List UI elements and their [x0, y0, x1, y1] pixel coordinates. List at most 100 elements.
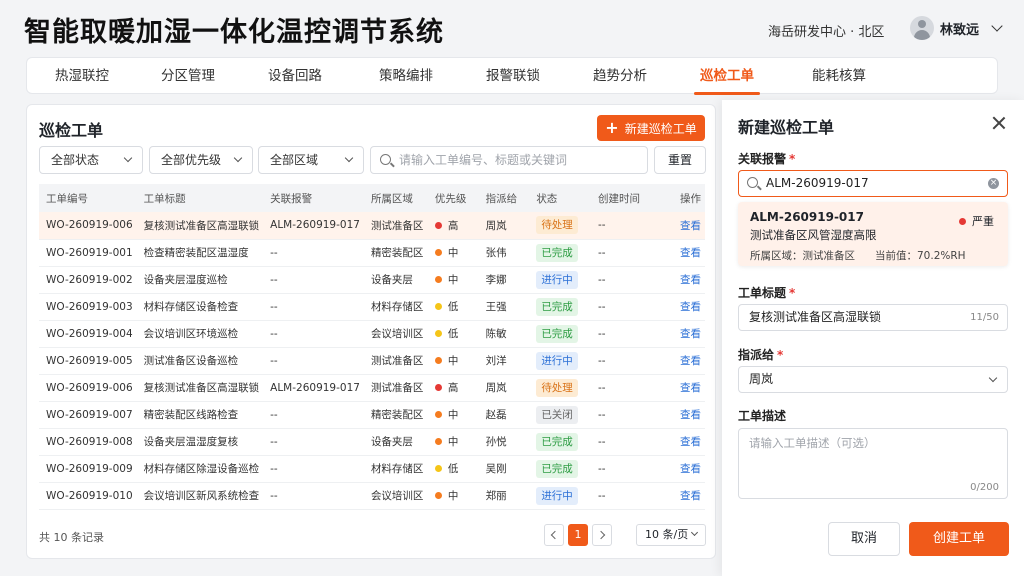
order-assignee: 赵磊 — [478, 401, 530, 429]
priority-text: 高 — [447, 219, 459, 232]
close-icon[interactable] — [992, 116, 1006, 130]
order-assignee: 郑丽 — [478, 482, 530, 510]
tab-zones[interactable]: 分区管理 — [161, 58, 215, 94]
alarm-suggestion[interactable]: ALM-260919-017 严重 测试准备区风管湿度高限 所属区域：测试准备区… — [738, 202, 1008, 266]
avatar-icon — [910, 16, 934, 40]
order-status: 进行中 — [529, 347, 591, 375]
table-row[interactable]: WO-260919-001 检查精密装配区温湿度 -- 精密装配区中张伟 已完成 -- 查看 — [39, 239, 705, 267]
order-id: WO-260919-007 — [39, 401, 137, 429]
order-id: WO-260919-006 — [39, 212, 137, 240]
tab-energy[interactable]: 能耗核算 — [812, 58, 866, 94]
table-row[interactable]: WO-260919-005 测试准备区设备巡检 -- 测试准备区中刘洋 进行中 -- 查看 — [39, 347, 705, 375]
view-link[interactable]: 查看 — [680, 463, 701, 475]
order-alarm: -- — [263, 239, 364, 267]
search-input[interactable]: 请输入工单编号、标题或关键词 — [370, 146, 648, 174]
order-status: 已完成 — [529, 239, 591, 267]
assignee-select[interactable]: 周岚 — [738, 366, 1008, 393]
table-row[interactable]: WO-260919-006 复核测试准备区高湿联锁 ALM-260919-017 测试… — [39, 374, 705, 402]
column-header: 工单标题 — [136, 184, 264, 212]
table-row[interactable]: WO-260919-009 材料存储区除湿设备巡检 -- 材料存储区低吴刚 已完成 -- 查… — [39, 455, 705, 483]
view-link[interactable]: 查看 — [680, 382, 701, 394]
priority-dot-icon — [434, 384, 442, 391]
chevron-down-icon — [344, 153, 354, 163]
order-alarm: -- — [263, 347, 364, 375]
table-row[interactable]: WO-260919-003 材料存储区设备检查 -- 材料存储区低王强 已完成 -- 查看 — [39, 293, 705, 321]
table-row[interactable]: WO-260919-008 设备夹层温湿度复核 -- 设备夹层中孙悦 已完成 -- 查看 — [39, 428, 705, 456]
reset-button[interactable]: 重置 — [654, 146, 706, 174]
table-row[interactable]: WO-260919-004 会议培训区环境巡检 -- 会议培训区低陈敏 已完成 -- 查看 — [39, 320, 705, 348]
order-status: 待处理 — [529, 374, 591, 402]
view-link[interactable]: 查看 — [680, 220, 701, 232]
order-status: 待处理 — [529, 212, 591, 240]
tab-strategy[interactable]: 策略编排 — [379, 58, 433, 94]
order-zone: 材料存储区 — [363, 455, 428, 483]
next-page-button[interactable] — [592, 524, 612, 546]
clear-icon[interactable]: × — [988, 178, 999, 189]
chevron-down-icon — [690, 528, 699, 537]
order-action: 查看 — [673, 293, 705, 321]
order-action: 查看 — [673, 212, 705, 240]
main-nav: 热湿联控 分区管理 设备回路 策略编排 报警联锁 趋势分析 巡检工单 能耗核算 — [26, 57, 998, 95]
priority-text: 低 — [447, 301, 459, 313]
priority-dot-icon — [434, 492, 442, 499]
table-row[interactable]: WO-260919-007 精密装配区线路检查 -- 精密装配区中赵磊 已关闭 -- 查看 — [39, 401, 705, 429]
view-link[interactable]: 查看 — [680, 436, 701, 448]
drawer-title: 新建巡检工单 — [738, 118, 835, 137]
plus-icon: + — [605, 118, 619, 137]
table-row[interactable]: WO-260919-010 会议培训区新风系统检查 -- 会议培训区中郑丽 进行中 -- 查… — [39, 482, 705, 510]
view-link[interactable]: 查看 — [680, 247, 701, 259]
order-action: 查看 — [673, 347, 705, 375]
cancel-button[interactable]: 取消 — [828, 522, 900, 556]
zone-filter-value: 全部区域 — [270, 153, 319, 167]
priority-dot-icon — [434, 249, 442, 256]
description-counter: 0/200 — [970, 482, 999, 493]
user-menu[interactable]: 林致远 — [910, 16, 1003, 40]
page-1-button[interactable]: 1 — [568, 524, 588, 546]
priority-dot-icon — [434, 465, 442, 472]
status-filter[interactable]: 全部状态 — [39, 146, 143, 174]
tab-alarm-interlock[interactable]: 报警联锁 — [486, 58, 540, 94]
order-zone: 会议培训区 — [363, 320, 428, 348]
status-badge: 进行中 — [536, 270, 578, 289]
view-link[interactable]: 查看 — [680, 274, 701, 286]
tab-inspection-orders[interactable]: 巡检工单 — [694, 58, 760, 95]
view-link[interactable]: 查看 — [680, 409, 701, 421]
view-link[interactable]: 查看 — [680, 355, 701, 367]
create-order-button[interactable]: 创建工单 — [909, 522, 1009, 556]
app-title: 智能取暖加湿一体化温控调节系统 — [24, 17, 444, 48]
new-work-order-button[interactable]: + 新建巡检工单 — [597, 115, 705, 141]
order-alarm: ALM-260919-017 — [263, 212, 364, 240]
alarm-label: 关联报警 * — [738, 152, 796, 166]
table-row[interactable]: WO-260919-002 设备夹层湿度巡检 -- 设备夹层中李娜 进行中 -- 查看 — [39, 266, 705, 294]
title-input[interactable]: 复核测试准备区高湿联锁 11/50 — [738, 304, 1008, 331]
page-size-select[interactable]: 10 条/页 — [636, 524, 706, 546]
order-id: WO-260919-001 — [39, 239, 137, 267]
status-badge: 已完成 — [536, 243, 578, 262]
order-action: 查看 — [673, 401, 705, 429]
zone-filter[interactable]: 全部区域 — [258, 146, 364, 174]
order-status: 进行中 — [529, 482, 591, 510]
priority-text: 中 — [447, 355, 459, 367]
prev-page-button[interactable] — [544, 524, 564, 546]
severity-badge: 严重 — [959, 213, 994, 229]
column-header: 工单编号 — [39, 184, 137, 212]
table-row[interactable]: WO-260919-006 复核测试准备区高湿联锁 ALM-260919-017 测试… — [39, 212, 705, 240]
column-header: 优先级 — [427, 184, 479, 212]
view-link[interactable]: 查看 — [680, 301, 701, 313]
view-link[interactable]: 查看 — [680, 328, 701, 340]
search-icon — [747, 177, 758, 188]
tab-heat-humidity[interactable]: 热湿联控 — [55, 58, 109, 94]
priority-filter[interactable]: 全部优先级 — [149, 146, 253, 174]
priority-text: 中 — [447, 247, 459, 259]
description-textarea[interactable]: 请输入工单描述（可选） 0/200 — [738, 428, 1008, 499]
order-zone: 精密装配区 — [363, 239, 428, 267]
alarm-search-input[interactable]: ALM-260919-017 × — [738, 170, 1008, 197]
assignee-label: 指派给 * — [738, 348, 784, 362]
description-label: 工单描述 — [738, 409, 787, 423]
order-id: WO-260919-005 — [39, 347, 137, 375]
order-assignee: 张伟 — [478, 239, 530, 267]
tab-device-loops[interactable]: 设备回路 — [268, 58, 322, 94]
view-link[interactable]: 查看 — [680, 490, 701, 502]
order-zone: 设备夹层 — [363, 428, 428, 456]
tab-trends[interactable]: 趋势分析 — [593, 58, 647, 94]
